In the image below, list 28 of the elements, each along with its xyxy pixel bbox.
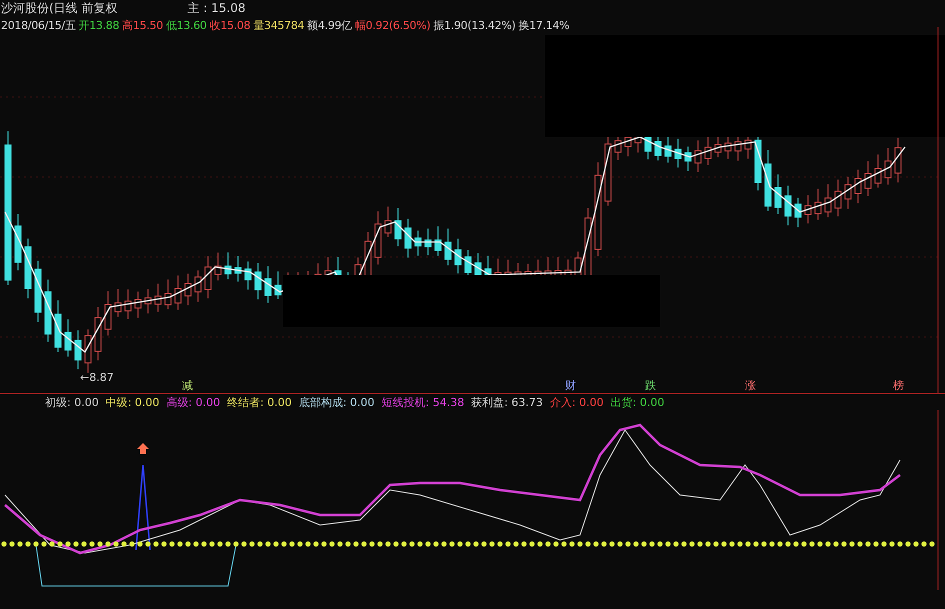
indicator-value: 获利盘: 63.73 <box>471 394 543 410</box>
quote-field: 低13.60 <box>166 18 207 32</box>
indicator-value: 底部构成: 0.00 <box>298 394 375 410</box>
quote-field: 量345784 <box>253 18 304 32</box>
indicator-value: 终结者: 0.00 <box>227 394 292 410</box>
indicator-value: 介入: 0.00 <box>550 394 604 410</box>
indicator-value: 高级: 0.00 <box>166 394 220 410</box>
quote-field: 收15.08 <box>210 18 250 32</box>
low-price-label: ←8.87 <box>80 371 114 384</box>
event-marker: 榜 <box>893 379 904 392</box>
price-readout: 主 : 15.08 <box>188 0 246 17</box>
up-arrow-icon <box>137 443 149 454</box>
indicator-value: 短线投机: 54.38 <box>382 394 464 410</box>
indicator-value: 出货: 0.00 <box>610 394 664 410</box>
quote-field: 开13.88 <box>78 18 120 32</box>
event-marker: 涨 <box>745 379 756 392</box>
quote-field: 2018/06/15/五 <box>1 18 76 32</box>
quote-field: 高15.50 <box>122 18 163 32</box>
event-marker: 财 <box>565 379 576 392</box>
event-marker: 跌 <box>645 379 656 392</box>
indicator-value: 中级: 0.00 <box>106 394 160 410</box>
quote-field: 振1.90(13.42%) <box>433 18 516 32</box>
indicator-value: 初级: 0.00 <box>45 394 99 410</box>
stock-title: 沙河股份(日线 前复权 <box>1 0 118 17</box>
event-marker: 减 <box>182 379 193 392</box>
quote-field: 额4.99亿 <box>307 18 352 32</box>
quote-field: 换17.14% <box>518 18 570 32</box>
quote-field: 幅0.92(6.50%) <box>354 18 430 32</box>
